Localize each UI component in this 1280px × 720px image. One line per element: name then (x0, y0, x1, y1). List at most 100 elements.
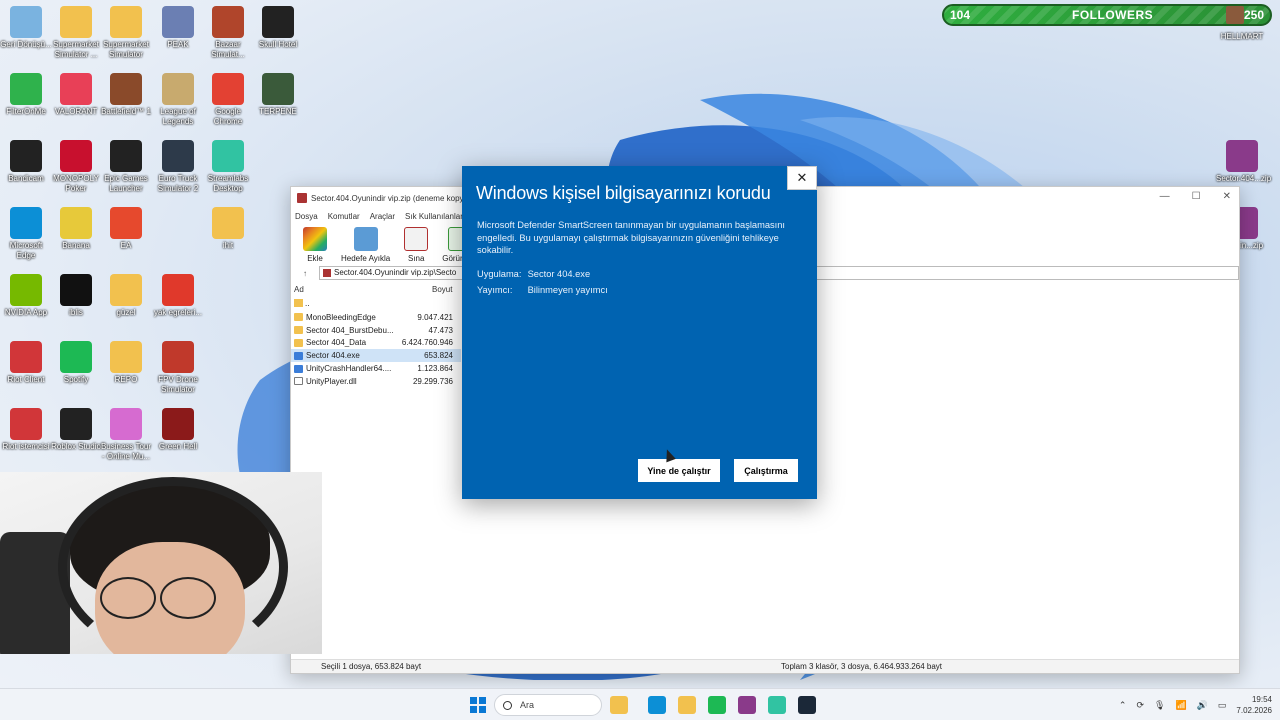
desktop-icon[interactable]: yak egreleri... (152, 274, 204, 318)
desktop-icon[interactable]: Epic Games Launcher (100, 140, 152, 194)
up-arrow-icon[interactable]: ↑ (291, 269, 319, 278)
file-size: 29.299.736 (412, 376, 453, 386)
file-row[interactable]: MonoBleedingEdge 9.047.421 (291, 311, 461, 324)
app-icon (110, 6, 142, 38)
file-row[interactable]: UnityPlayer.dll 29.299.736 (291, 375, 461, 388)
app-icon (110, 341, 142, 373)
extract-to-button[interactable]: Hedefe Ayıkla (341, 227, 390, 263)
dialog-close-button[interactable]: ✕ (787, 166, 817, 190)
file-size: 47.473 (428, 325, 453, 335)
file-row[interactable]: Sector 404_BurstDebu... 47.473 (291, 324, 461, 337)
menu-sik-kullanilanlar[interactable]: Sık Kullanılanlar (405, 212, 463, 221)
app-icon (10, 140, 42, 172)
app-icon (10, 408, 42, 440)
column-size[interactable]: Boyut (432, 285, 452, 294)
chevron-up-icon[interactable]: ⌃ (1119, 700, 1127, 711)
taskbar-folder-icon[interactable] (678, 696, 696, 714)
desktop-icon[interactable]: Streamlabs Desktop (202, 140, 254, 194)
desktop-icon[interactable]: Riot istemcisi (0, 408, 52, 452)
desktop-icon[interactable]: EA (100, 207, 152, 251)
desktop-icon[interactable]: Green Hell (152, 408, 204, 452)
volume-icon[interactable]: 🔊 (1197, 700, 1208, 711)
desktop-icon[interactable]: güzel (100, 274, 152, 318)
desktop-icon[interactable]: FPV Drone Simulator (152, 341, 204, 395)
desktop-icon[interactable]: Euro Truck Simulator 2 (152, 140, 204, 194)
menu-dosya[interactable]: Dosya (295, 212, 318, 221)
file-row[interactable]: Sector 404.exe 653.824 (291, 349, 461, 363)
app-icon (10, 274, 42, 306)
headphones (58, 477, 288, 654)
maximize-icon[interactable]: ☐ (1192, 191, 1201, 202)
desktop-icon[interactable]: Skull Hotel (252, 6, 304, 50)
add-button[interactable]: Ekle (303, 227, 327, 263)
taskbar-spotify-icon[interactable] (708, 696, 726, 714)
desktop-icon[interactable]: Roblox Studio (50, 408, 102, 452)
app-icon (10, 73, 42, 105)
parent-folder-icon[interactable] (294, 299, 303, 307)
clock-time: 19:54 (1251, 695, 1272, 704)
clock[interactable]: 19:54 7.02.2026 (1236, 694, 1272, 716)
test-button[interactable]: Sına (404, 227, 429, 263)
wifi-icon[interactable]: 📶 (1175, 700, 1186, 711)
microphone-icon[interactable]: 🎙 (1154, 700, 1165, 711)
desktop-icon[interactable]: TERPENE (252, 73, 304, 117)
followers-goal: 250 (1243, 8, 1264, 22)
taskbar-file-explorer-icon[interactable] (610, 696, 628, 714)
taskbar: Ara ⌃ ⟳ 🎙 📶 🔊 ▭ 19:54 7.02.2026 (0, 688, 1280, 720)
desktop-icon-label: NVIDIA App (4, 308, 48, 317)
status-selected: Seçili 1 dosya, 653.824 bayt (321, 662, 422, 671)
desktop-icon[interactable]: NVIDIA App (0, 274, 52, 318)
app-icon (262, 6, 294, 38)
desktop-icon[interactable]: League of Legends (152, 73, 204, 127)
app-label: Uygulama: (477, 269, 522, 279)
close-icon[interactable]: ✕ (1223, 191, 1231, 202)
desktop-icon[interactable]: ihit (202, 207, 254, 251)
app-icon (10, 207, 42, 239)
column-name[interactable]: Ad (294, 285, 304, 294)
taskbar-streamlabs-icon[interactable] (768, 696, 786, 714)
taskbar-edge-icon[interactable] (648, 696, 666, 714)
taskbar-steam-icon[interactable] (798, 696, 816, 714)
taskbar-winrar-icon[interactable] (738, 696, 756, 714)
app-icon (212, 140, 244, 172)
menu-araclar[interactable]: Araçlar (370, 212, 395, 221)
taskbar-search[interactable]: Ara (494, 694, 602, 716)
desktop-icon[interactable]: Geri Dönüşü... (0, 6, 52, 50)
desktop-icon-label: Epic Games Launcher (104, 174, 148, 193)
battery-icon[interactable]: ▭ (1218, 700, 1227, 711)
desktop-icon[interactable]: iblis (50, 274, 102, 318)
column-headers: Ad Boyut (291, 283, 459, 297)
minimize-icon[interactable]: — (1160, 191, 1170, 202)
followers-current: 104 (950, 8, 971, 22)
menu-komutlar[interactable]: Komutlar (328, 212, 360, 221)
test-icon (404, 227, 429, 251)
desktop-icon[interactable]: MONOPOLY Poker (50, 140, 102, 194)
desktop-icon[interactable]: Riot Client (0, 341, 52, 385)
dont-run-button[interactable]: Çalıştırma (734, 459, 798, 482)
start-button[interactable] (470, 697, 486, 713)
desktop-icon-label: Roblox Studio (51, 442, 101, 451)
desktop-icon-label: Riot Client (7, 375, 45, 384)
desktop-icon[interactable]: Bazaar Simulat... (202, 6, 254, 60)
desktop-icon[interactable]: VALORANT (50, 73, 102, 117)
desktop-icon[interactable]: FilterOnMe (0, 73, 52, 117)
run-anyway-button[interactable]: Yine de çalıştır (638, 459, 720, 482)
sync-icon[interactable]: ⟳ (1136, 700, 1144, 711)
desktop-icon[interactable]: Battlefield™ 1 (100, 73, 152, 117)
desktop-icon[interactable]: Microsoft Edge (0, 207, 52, 261)
desktop-icon[interactable]: Banana (50, 207, 102, 251)
desktop-icon[interactable]: Supermarket Simulator ... (50, 6, 102, 60)
app-icon (212, 73, 244, 105)
file-row[interactable]: UnityCrashHandler64.... 1.123.864 (291, 362, 461, 375)
desktop-icon[interactable]: Sector.404...zip (1216, 140, 1271, 184)
desktop-icon[interactable]: Spotify (50, 341, 102, 385)
desktop-icon[interactable]: REPO (100, 341, 152, 385)
desktop-icon[interactable]: PEAK (152, 6, 204, 50)
app-icon (110, 274, 142, 306)
desktop-icon[interactable]: Google Chrome (202, 73, 254, 127)
desktop-icon[interactable]: Supermarket Simulator (100, 6, 152, 60)
desktop-icon[interactable]: Bandicam (0, 140, 52, 184)
desktop-icon[interactable]: Business Tour - Online Mu... (100, 408, 152, 462)
file-row[interactable]: Sector 404_Data 6.424.760.946 (291, 337, 461, 350)
folder-icon (294, 338, 303, 347)
